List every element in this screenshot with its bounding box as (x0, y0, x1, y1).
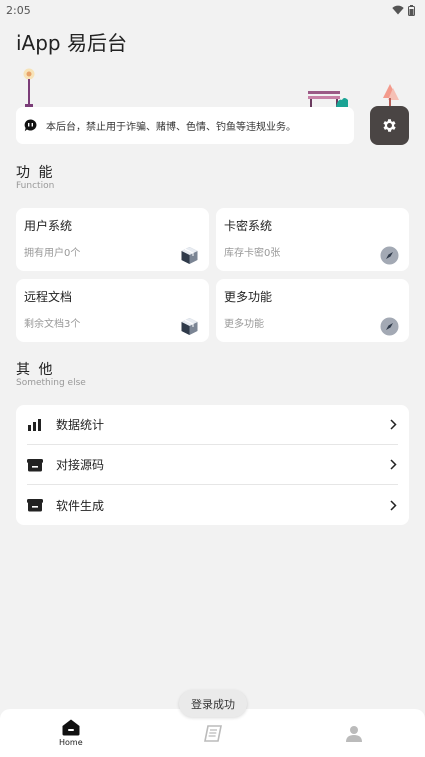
cube-icon (180, 317, 199, 336)
function-section-subtitle: Function (16, 181, 55, 191)
status-icons (392, 4, 415, 16)
nav-item-profile[interactable] (283, 709, 425, 757)
toast-message: 登录成功 (179, 690, 247, 717)
book-icon (203, 724, 222, 742)
card-user-system[interactable]: 用户系统 拥有用户0个 (16, 208, 209, 271)
card-title: 更多功能 (224, 290, 273, 304)
card-more-functions[interactable]: 更多功能 更多功能 (216, 279, 409, 342)
list-item-statistics[interactable]: 数据统计 (27, 405, 398, 445)
inbox-icon (27, 497, 43, 513)
card-title: 用户系统 (24, 219, 73, 233)
person-icon (346, 725, 363, 742)
tree-illustration (383, 84, 399, 108)
battery-icon (408, 4, 415, 16)
status-time: 2:05 (6, 3, 31, 17)
other-section-title: 其 他 (16, 362, 55, 378)
nav-label-home: Home (59, 738, 83, 747)
wifi-icon (392, 5, 404, 15)
notice-banner: 本后台，禁止用于诈骗、赌博、色情、钓鱼等违规业务。 (16, 107, 354, 144)
function-section-title: 功 能 (16, 165, 55, 181)
chat-icon (24, 119, 37, 132)
card-remote-docs[interactable]: 远程文档 剩余文档3个 (16, 279, 209, 342)
chevron-right-icon (388, 459, 398, 470)
gear-icon (383, 119, 396, 132)
compass-icon (380, 317, 399, 336)
settings-button[interactable] (370, 106, 409, 145)
status-bar: 2:05 (0, 0, 425, 20)
card-subtitle: 更多功能 (224, 319, 264, 330)
card-title: 远程文档 (24, 290, 73, 304)
inbox-icon (27, 457, 43, 473)
notice-text: 本后台，禁止用于诈骗、赌博、色情、钓鱼等违规业务。 (46, 122, 296, 133)
card-subtitle: 库存卡密0张 (224, 248, 281, 259)
chevron-right-icon (388, 499, 398, 511)
list-item-source-code[interactable]: 对接源码 (27, 445, 398, 485)
card-subtitle: 拥有用户0个 (24, 248, 81, 259)
other-list: 数据统计 对接源码 软件生成 (16, 405, 409, 525)
bench-illustration (308, 91, 348, 107)
list-item-label: 对接源码 (56, 458, 105, 472)
bar-chart-icon (27, 417, 43, 433)
list-item-label: 软件生成 (56, 498, 105, 513)
card-title: 卡密系统 (224, 219, 273, 233)
chevron-right-icon (388, 419, 398, 430)
list-item-label: 数据统计 (56, 418, 105, 432)
cube-icon (180, 246, 199, 265)
home-icon (62, 719, 80, 736)
card-card-system[interactable]: 卡密系统 库存卡密0张 (216, 208, 409, 271)
app-title: iApp 易后台 (16, 31, 127, 55)
nav-item-home[interactable]: Home (0, 709, 142, 757)
other-section-subtitle: Something else (16, 378, 86, 388)
compass-icon (380, 246, 399, 265)
card-subtitle: 剩余文档3个 (24, 319, 81, 330)
lamp-illustration (23, 68, 35, 107)
list-item-software-generation[interactable]: 软件生成 (27, 485, 398, 525)
